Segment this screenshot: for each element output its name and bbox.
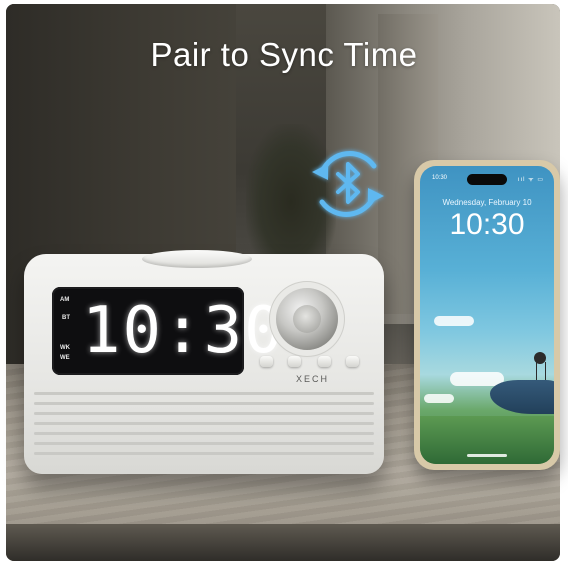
clock-button-2[interactable]: [288, 356, 301, 367]
smartphone: 10:30 ııl ᯤ ▭ Wednesday, February 10 10:…: [414, 160, 560, 470]
clock-button-1[interactable]: [260, 356, 273, 367]
status-bar-time: 10:30: [432, 175, 448, 181]
clock-time: 10:30: [82, 294, 285, 368]
week-indicator-b: WE: [60, 355, 70, 361]
bluetooth-sync-icon: [312, 151, 384, 217]
wireless-charging-pad: [142, 250, 252, 268]
speaker-grille-line: [34, 422, 374, 425]
speaker-grille-line: [34, 442, 374, 445]
speaker-grille-line: [34, 402, 374, 405]
status-bar-icons: ııl ᯤ ▭: [517, 177, 544, 183]
knob-center: [293, 305, 321, 333]
speaker-grille-line: [34, 392, 374, 395]
alarm-clock: AM BT WK WE 10:30 XECH: [24, 250, 384, 474]
speaker-grille-line: [34, 432, 374, 435]
bluetooth-icon: [336, 162, 360, 204]
clock-button-4[interactable]: [346, 356, 359, 367]
headline: Pair to Sync Time: [150, 36, 418, 73]
am-indicator: AM: [60, 297, 70, 303]
volume-knob[interactable]: [276, 288, 338, 350]
lock-screen-date: Wednesday, February 10: [442, 198, 532, 207]
brand-logo: XECH: [296, 374, 330, 384]
lock-screen[interactable]: 10:30 ııl ᯤ ▭ Wednesday, February 10 10:…: [420, 166, 554, 464]
clock-display: AM BT WK WE 10:30: [52, 287, 285, 375]
dynamic-island: [467, 174, 507, 185]
bt-indicator: BT: [62, 315, 70, 321]
wallpaper-cloud: [434, 316, 474, 326]
week-indicator-a: WK: [60, 345, 70, 351]
speaker-grille-line: [34, 412, 374, 415]
wallpaper-creature-legs: [536, 362, 546, 380]
wallpaper-floating-island: [490, 380, 554, 414]
lock-screen-time: 10:30: [449, 208, 525, 241]
clock-button-3[interactable]: [318, 356, 331, 367]
speaker-grille-line: [34, 452, 374, 455]
wallpaper-cloud: [424, 394, 454, 403]
home-indicator[interactable]: [467, 454, 507, 457]
table-edge: [6, 524, 560, 561]
